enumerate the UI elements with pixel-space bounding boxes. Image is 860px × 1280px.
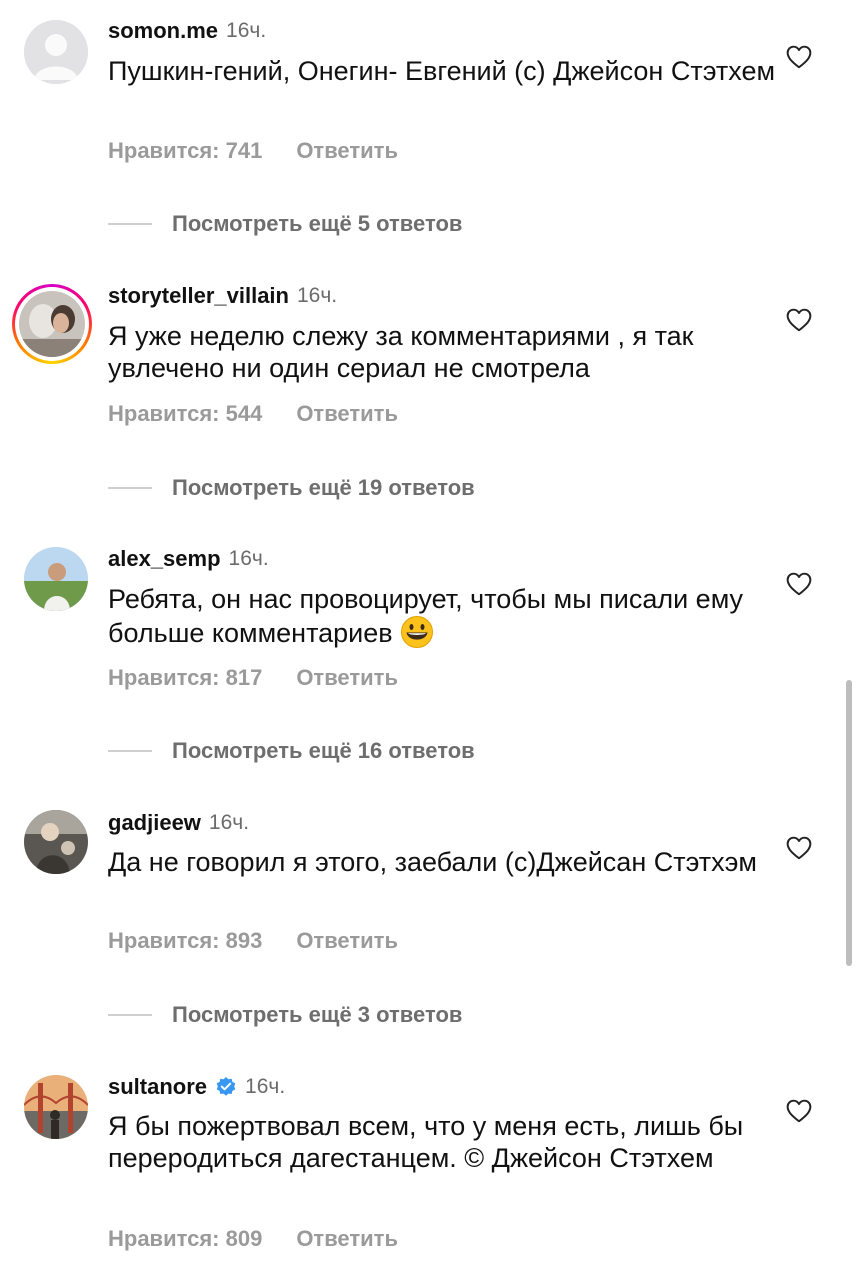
view-replies-label: Посмотреть ещё 16 ответов — [172, 738, 475, 763]
username[interactable]: sultanore — [108, 1074, 207, 1100]
divider-line — [108, 750, 152, 752]
comment-text: Я уже неделю слежу за комментариями , я … — [108, 321, 694, 383]
reply-button[interactable]: Ответить — [296, 401, 398, 427]
reply-button[interactable]: Ответить — [296, 138, 398, 164]
view-replies-label: Посмотреть ещё 3 ответов — [172, 1002, 463, 1027]
comment-text: Да не говорил я этого, заебали (с)Джейса… — [108, 847, 757, 877]
username[interactable]: gadjieew — [108, 810, 201, 836]
view-replies-button[interactable]: Посмотреть ещё 5 ответов — [108, 211, 462, 237]
timestamp: 16ч. — [208, 811, 250, 834]
reply-button[interactable]: Ответить — [296, 1226, 398, 1252]
default-avatar-icon — [24, 20, 88, 84]
reply-button[interactable]: Ответить — [296, 665, 398, 691]
view-replies-button[interactable]: Посмотреть ещё 19 ответов — [108, 475, 475, 501]
story-ring-avatar[interactable] — [12, 284, 92, 364]
view-replies-label: Посмотреть ещё 19 ответов — [172, 475, 475, 500]
heart-icon[interactable] — [786, 836, 812, 860]
avatar[interactable] — [24, 547, 88, 611]
timestamp: 16ч. — [245, 1075, 286, 1098]
heart-icon[interactable] — [786, 572, 812, 596]
likes-count[interactable]: Нравится: 893 — [108, 928, 262, 954]
likes-count[interactable]: Нравится: 741 — [108, 138, 262, 164]
divider-line — [108, 223, 152, 225]
timestamp: 16ч. — [228, 547, 269, 570]
username[interactable]: alex_semp — [108, 546, 221, 572]
reply-button[interactable]: Ответить — [296, 928, 398, 954]
verified-badge-icon — [216, 1077, 236, 1096]
avatar-photo — [24, 547, 88, 611]
likes-count[interactable]: Нравится: 809 — [108, 1226, 262, 1252]
likes-count[interactable]: Нравится: 544 — [108, 401, 262, 427]
heart-icon[interactable] — [786, 308, 812, 332]
timestamp: 16ч. — [226, 19, 267, 42]
avatar[interactable] — [24, 810, 88, 874]
avatar-photo — [24, 810, 88, 874]
divider-line — [108, 487, 152, 489]
avatar-photo — [19, 291, 85, 357]
grinning-face-emoji-icon — [401, 616, 434, 648]
view-replies-button[interactable]: Посмотреть ещё 3 ответов — [108, 1002, 462, 1028]
likes-count[interactable]: Нравится: 817 — [108, 665, 262, 691]
comment-text: Пушкин-гений, Онегин- Евгений (с) Джейсо… — [108, 56, 776, 86]
avatar[interactable] — [24, 20, 88, 84]
timestamp: 16ч. — [296, 284, 338, 307]
username[interactable]: somon.me — [108, 18, 218, 44]
avatar-photo — [24, 1075, 88, 1139]
comment-text: Я бы пожертвовал всем, что у меня есть, … — [108, 1111, 744, 1173]
view-replies-button[interactable]: Посмотреть ещё 16 ответов — [108, 738, 475, 764]
avatar[interactable] — [24, 1075, 88, 1139]
scrollbar[interactable] — [846, 680, 852, 966]
divider-line — [108, 1014, 152, 1016]
username[interactable]: storyteller_villain — [108, 283, 289, 309]
view-replies-label: Посмотреть ещё 5 ответов — [172, 211, 463, 236]
comment-text: Ребята, он нас провоцирует, чтобы мы пис… — [108, 583, 788, 649]
heart-icon[interactable] — [786, 45, 812, 69]
heart-icon[interactable] — [786, 1099, 812, 1123]
